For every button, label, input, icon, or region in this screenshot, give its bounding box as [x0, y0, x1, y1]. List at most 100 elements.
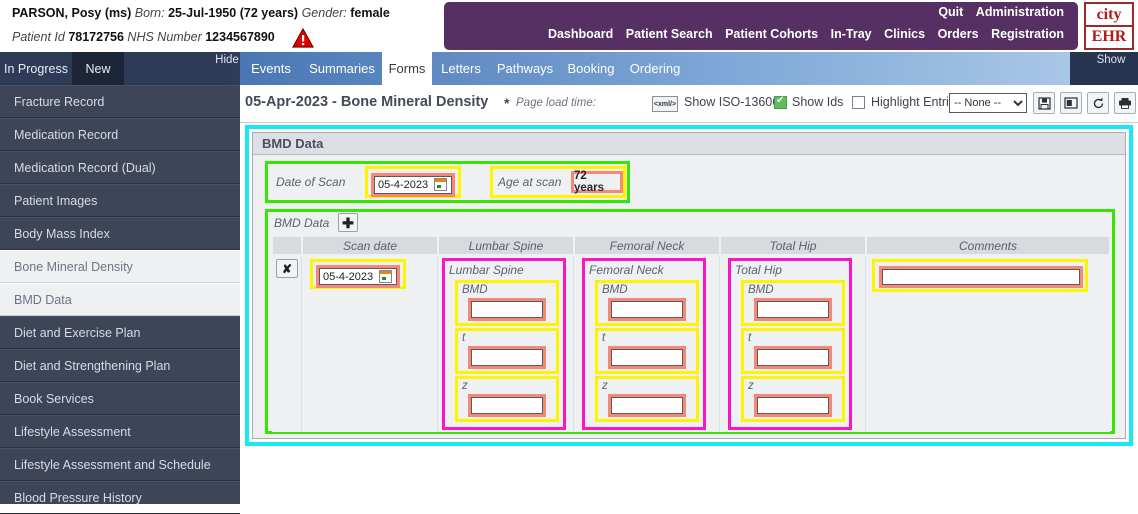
page-title: 05-Apr-2023 - Bone Mineral Density	[245, 94, 489, 110]
sidebar-item-medication-record-dual[interactable]: Medication Record (Dual)	[0, 151, 240, 184]
tab-summaries[interactable]: Summaries	[302, 52, 382, 85]
total-hip-z-group: z	[741, 376, 845, 422]
total-hip-z-element-highlight	[754, 394, 832, 417]
delete-row-button[interactable]: ✘	[276, 259, 298, 278]
femoral-neck-title: Femoral Neck	[589, 263, 664, 277]
cell-lumbar-spine: Lumbar Spine BMD t z	[438, 256, 574, 432]
femoral-neck-bmd-group: BMD	[595, 280, 699, 326]
iso-composition-highlight: BMD Data Date of Scan Age at scan 72 yea…	[245, 125, 1133, 446]
lumbar-spine-t-input[interactable]	[471, 349, 543, 366]
show-ids-label: Show Ids	[792, 95, 844, 109]
warning-triangle-icon[interactable]	[292, 28, 314, 48]
lumbar-spine-z-input[interactable]	[471, 397, 543, 414]
tab-forms[interactable]: Forms	[382, 52, 432, 85]
date-of-scan-label: Date of Scan	[276, 175, 346, 189]
forms-sidebar: Fracture Record Medication Record Medica…	[0, 85, 240, 514]
nav-orders[interactable]: Orders	[938, 27, 979, 41]
patient-demographics: PARSON, Posy (ms) Born: 25-Jul-1950 (72 …	[10, 0, 440, 52]
nav-patient-search[interactable]: Patient Search	[626, 27, 713, 41]
sidebar-item-bmd-data[interactable]: BMD Data	[0, 283, 240, 316]
femoral-neck-t-input[interactable]	[611, 349, 683, 366]
nav-quit[interactable]: Quit	[938, 5, 963, 19]
column-header-comments: Comments	[866, 236, 1110, 255]
sidebar-item-lifestyle-assessment-and-schedule[interactable]: Lifestyle Assessment and Schedule	[0, 448, 240, 481]
total-hip-bmd-input[interactable]	[757, 301, 829, 318]
add-row-button[interactable]: ✚	[338, 213, 358, 232]
logo-city-text: city	[1086, 7, 1132, 27]
floppy-disk-icon	[1037, 96, 1051, 110]
tab-bar: In Progress New Hide Events Summaries Fo…	[0, 52, 1138, 85]
tab-events[interactable]: Events	[240, 52, 302, 85]
highlight-entries-select[interactable]: -- None --	[949, 93, 1027, 113]
lumbar-spine-title: Lumbar Spine	[449, 263, 524, 277]
nav-utility-row: Quit Administration	[929, 5, 1064, 19]
show-iso-checkbox[interactable]	[774, 95, 787, 109]
calendar-icon[interactable]	[434, 178, 447, 191]
femoral-neck-z-group: z	[595, 376, 699, 422]
nav-primary-row: Dashboard Patient Search Patient Cohorts…	[539, 27, 1064, 41]
sidebar-item-book-services[interactable]: Book Services	[0, 382, 240, 415]
lumbar-spine-t-element-highlight	[468, 346, 546, 369]
sidebar-item-body-mass-index[interactable]: Body Mass Index	[0, 217, 240, 250]
save-button[interactable]	[1033, 92, 1055, 114]
femoral-neck-group-highlight: Femoral Neck BMD t z	[582, 258, 706, 430]
main-navigation: Quit Administration Dashboard Patient Se…	[444, 2, 1078, 50]
femoral-neck-z-input[interactable]	[611, 397, 683, 414]
tab-letters[interactable]: Letters	[432, 52, 490, 85]
patient-age: (72 years)	[239, 6, 299, 20]
femoral-neck-z-label: z	[602, 380, 608, 392]
sidebar-item-diet-and-strengthening-plan[interactable]: Diet and Strengthening Plan	[0, 349, 240, 382]
comments-cluster-highlight	[872, 259, 1088, 292]
cityehr-logo: city EHR	[1084, 2, 1134, 50]
lumbar-spine-t-label: t	[462, 332, 466, 344]
total-hip-z-label: z	[748, 380, 754, 392]
sidebar-item-fracture-record[interactable]: Fracture Record	[0, 85, 240, 118]
print-button[interactable]	[1114, 92, 1136, 114]
femoral-neck-bmd-label: BMD	[602, 284, 628, 296]
column-header-lumbar-spine: Lumbar Spine	[438, 236, 574, 255]
nav-in-tray[interactable]: In-Tray	[831, 27, 872, 41]
femoral-neck-bmd-input[interactable]	[611, 301, 683, 318]
show-iso-label: Show ISO-13606	[684, 95, 780, 109]
nav-registration[interactable]: Registration	[991, 27, 1064, 41]
snapshot-button[interactable]	[1060, 92, 1082, 114]
tab-booking[interactable]: Booking	[560, 52, 622, 85]
date-of-scan-element-highlight	[371, 173, 455, 197]
tab-in-progress[interactable]: In Progress	[0, 52, 72, 85]
show-ids-checkbox[interactable]	[852, 96, 865, 109]
nav-dashboard[interactable]: Dashboard	[548, 27, 613, 41]
calendar-icon[interactable]	[379, 270, 392, 283]
bmd-data-panel: BMD Data Date of Scan Age at scan 72 yea…	[252, 132, 1126, 439]
xml-view-icon[interactable]: <xml/>	[652, 96, 678, 112]
printer-icon	[1119, 98, 1131, 109]
sidebar-item-blood-pressure-history[interactable]: Blood Pressure History	[0, 481, 240, 514]
total-hip-z-input[interactable]	[757, 397, 829, 414]
femoral-neck-z-element-highlight	[608, 394, 686, 417]
sidebar-item-diet-and-exercise-plan[interactable]: Diet and Exercise Plan	[0, 316, 240, 349]
cell-comments	[866, 256, 1110, 432]
tab-pathways[interactable]: Pathways	[490, 52, 560, 85]
refresh-button[interactable]	[1087, 92, 1109, 114]
tab-new[interactable]: New	[72, 52, 124, 85]
lumbar-spine-bmd-group: BMD	[455, 280, 559, 326]
show-button[interactable]: Show	[1092, 54, 1130, 66]
comments-input[interactable]	[882, 269, 1080, 285]
nav-clinics[interactable]: Clinics	[884, 27, 925, 41]
sidebar-item-patient-images[interactable]: Patient Images	[0, 184, 240, 217]
window-icon	[1064, 97, 1078, 109]
form-header-toolbar: 05-Apr-2023 - Bone Mineral Density * Pag…	[240, 85, 1138, 123]
tab-ordering[interactable]: Ordering	[622, 52, 688, 85]
lumbar-spine-bmd-input[interactable]	[471, 301, 543, 318]
total-hip-bmd-group: BMD	[741, 280, 845, 326]
nav-administration[interactable]: Administration	[976, 5, 1064, 19]
sidebar-item-lifestyle-assessment[interactable]: Lifestyle Assessment	[0, 415, 240, 448]
sidebar-item-medication-record[interactable]: Medication Record	[0, 118, 240, 151]
cell-actions: ✘	[272, 256, 302, 432]
tab-bar-right-section: Events Summaries Forms Letters Pathways …	[240, 52, 1070, 85]
scan-details-section-highlight: Date of Scan Age at scan 72 years	[265, 161, 630, 203]
femoral-neck-t-element-highlight	[608, 346, 686, 369]
total-hip-t-input[interactable]	[757, 349, 829, 366]
sidebar-item-bone-mineral-density[interactable]: Bone Mineral Density	[0, 250, 240, 283]
comments-element-highlight	[879, 266, 1083, 288]
nav-patient-cohorts[interactable]: Patient Cohorts	[725, 27, 818, 41]
